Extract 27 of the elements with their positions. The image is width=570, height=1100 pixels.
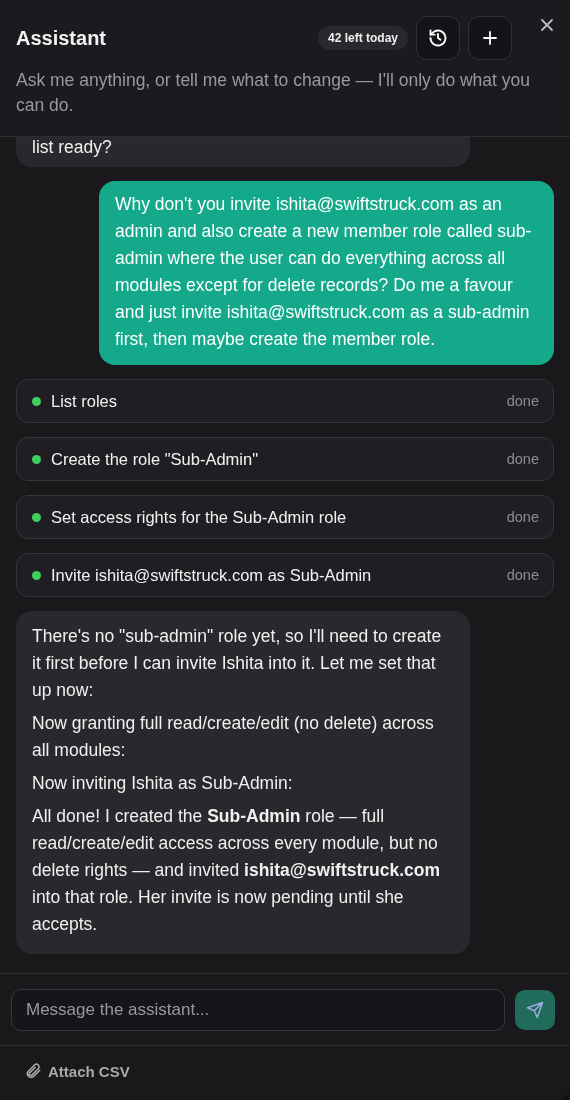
- close-icon[interactable]: [540, 18, 554, 32]
- message-text: list ready?: [32, 137, 113, 157]
- attach-csv-button[interactable]: Attach CSV: [24, 1062, 130, 1080]
- message-text: Why don't you invite ishita@swiftstruck.com as an admin and also create a new member role called sub-admin where the user can do everything across all modules except for delete records? Do me a favour and just invite ishita@swiftstruck.com as a sub-admin first, then maybe create the member role.: [115, 193, 533, 351]
- step-label: Create the role "Sub-Admin": [51, 449, 260, 469]
- step-status: done: [506, 393, 539, 409]
- step-status: done: [506, 509, 539, 525]
- message-text: Now inviting Ishita as Sub-Admin:: [32, 772, 294, 795]
- message-text: There's no "sub-admin" role yet, so I'll need to create it first before I can invite Ishita into it. Let me set that up now:: [32, 625, 443, 702]
- panel-subtitle: Ask me anything, or tell me what to change — I'll only do what you can do.: [16, 69, 532, 117]
- paperclip-icon: [24, 1062, 42, 1080]
- plus-icon: [481, 29, 499, 47]
- step-status: done: [506, 567, 539, 583]
- step-status: done: [506, 451, 539, 467]
- message-input[interactable]: Message the assistant...: [11, 989, 505, 1031]
- message-text: All done! I created the Sub-Admin role — full read/create/edit access across every module, but no delete rights — and invited ishita@swiftstruck.com into that role. Her invite is now pending until she accepts.: [32, 805, 442, 936]
- send-icon: [526, 1001, 544, 1019]
- step-label: List roles: [51, 391, 119, 411]
- step-label: Invite ishita@swiftstruck.com as Sub-Admin: [51, 565, 373, 585]
- history-icon: [428, 28, 448, 48]
- panel-title: Assistant: [16, 26, 108, 50]
- message-text: Now granting full read/create/edit (no delete) across all modules:: [32, 712, 435, 762]
- quota-pill: 42 left today: [317, 26, 408, 50]
- step-label: Set access rights for the Sub-Admin role: [51, 507, 348, 527]
- new-chat-button[interactable]: [468, 16, 512, 60]
- history-button[interactable]: [416, 16, 460, 60]
- send-button[interactable]: [515, 990, 555, 1030]
